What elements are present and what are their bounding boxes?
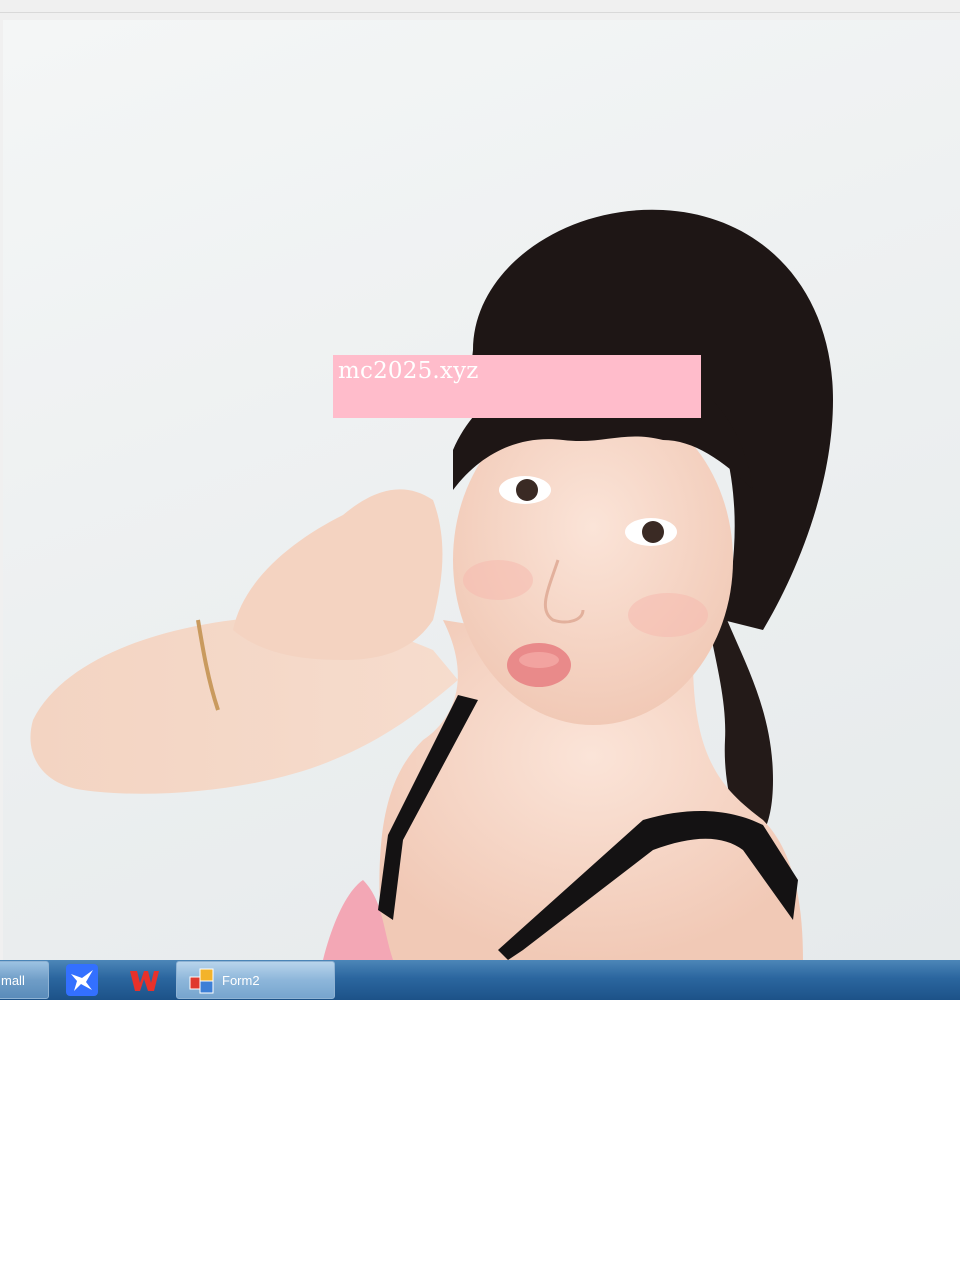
taskbar-button-mall[interactable]: mall [0,961,49,999]
window-top-strip [0,0,960,13]
feishu-bird-icon[interactable] [66,964,98,996]
taskbar-button-form2-label: Form2 [222,972,260,988]
photo-of-woman [3,20,960,960]
photo-illustration [30,209,833,960]
taskbar: mall Form2 [0,960,960,1000]
wps-office-icon[interactable] [128,964,160,996]
form2-app-icon [189,968,214,994]
taskbar-glare-decoration [825,960,960,1000]
image-viewer-window: mc2025.xyz [0,0,960,960]
taskbar-button-form2[interactable]: Form2 [176,961,335,999]
taskbar-button-mall-label: mall [1,972,25,988]
blank-area [0,1000,960,1280]
watermark-url-text: mc2025.xyz [338,358,479,384]
watermark-overlay: mc2025.xyz [333,355,701,418]
